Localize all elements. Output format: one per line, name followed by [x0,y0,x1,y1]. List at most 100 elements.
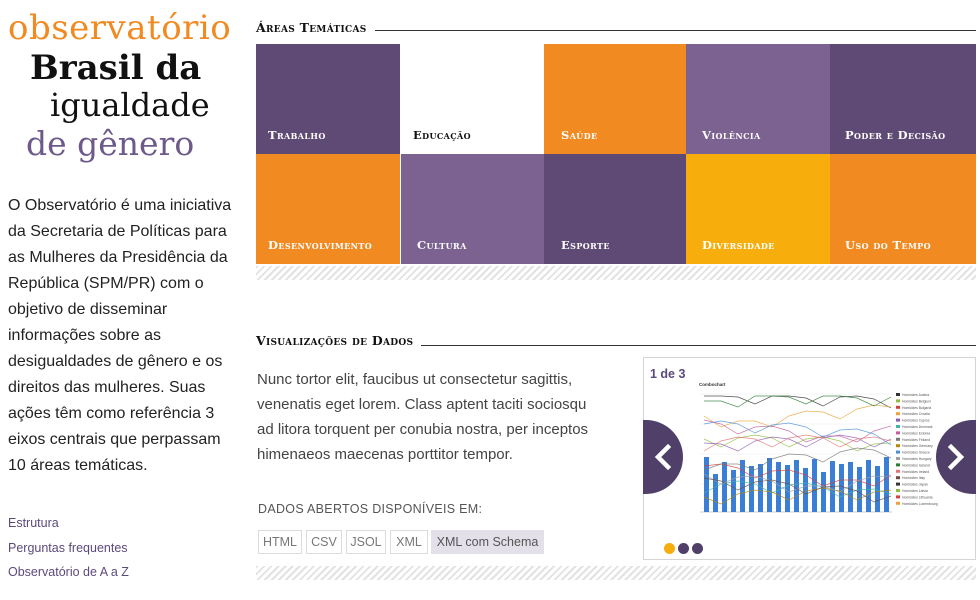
legend-label: Homicides Denmark [902,425,933,429]
chart-bar [740,460,745,512]
logo-line-2: Brasil da [30,48,202,88]
legend-swatch [896,495,900,499]
chart-thumbnail-title: Combochart [699,382,726,387]
chart-bar [884,457,889,512]
carousel-dot-3[interactable] [692,543,703,554]
legend-label: Homicides Ireland [902,470,929,474]
chevron-left-icon [654,444,672,470]
chart-bar [722,462,727,512]
format-xml-button[interactable]: XML [390,530,428,554]
chart-bar [776,462,781,512]
legend-label: Homicides Cyprus [902,419,930,423]
legend-label: Homicides Belgium [902,399,931,403]
intro-text: O Observatório é uma iniciativa da Secre… [8,197,232,474]
legend-swatch [896,469,900,473]
legend-swatch [896,425,900,428]
carousel-dot-1[interactable] [664,543,675,554]
chart-series-line [704,395,892,408]
tile-uso-do-tempo[interactable]: Uso do Tempo [830,154,976,264]
legend-swatch [896,412,900,416]
legend-label: Homicides Luxembourg [902,502,938,506]
viz-description: Nunc tortor elit, faucibus ut consectetu… [257,371,589,463]
chart-bar [848,462,853,512]
tile-label: Educação [413,128,471,142]
logo-line-1: observatório [8,8,232,48]
tile-educacao[interactable]: Educação [401,44,545,154]
chart-series-line [704,395,892,409]
format-csv-button[interactable]: CSV [306,530,342,554]
chart-bar [767,458,772,512]
chart-legend: Homicides Austria Homicides Belgium Homici… [896,393,938,506]
tile-desenvolvimento[interactable]: Desenvolvimento [256,154,400,264]
tile-cultura[interactable]: Cultura [401,154,545,264]
carousel-counter: 1 de 3 [650,367,686,381]
carousel-dot-2[interactable] [678,543,689,554]
tile-label: Violência [702,128,761,142]
open-data-label: DADOS ABERTOS DISPONÍVEIS EM: [258,502,483,516]
legend-label: Homicides Iceland [902,463,930,467]
chart-bar [821,472,826,512]
chart-bar [749,466,754,512]
carousel-prev-button[interactable] [643,420,683,494]
link-observatorio-a-z[interactable]: Observatório de A a Z [8,565,129,579]
stripe-divider [256,566,976,580]
legend-label: Homicides Finland [902,438,930,442]
logo-line-3: igualdade [50,86,210,124]
tile-poder-e-decisao[interactable]: Poder e Decisão [830,44,976,154]
legend-label: Homicides Japan [902,483,928,487]
logo-line-4: de gênero [26,124,195,163]
chart-bar [839,464,844,512]
chart-bar [731,470,736,512]
tile-label: Cultura [417,238,467,252]
legend-swatch [896,489,900,492]
legend-swatch [896,431,900,435]
theme-tiles: Trabalho Educação Saúde Violência Poder … [256,44,976,264]
format-xml-schema-button[interactable]: XML com Schema [431,530,544,554]
legend-swatch [896,476,900,480]
tile-saude[interactable]: Saúde [544,44,688,154]
chart-bar [875,466,880,512]
legend-swatch [896,482,900,486]
link-estrutura[interactable]: Estrutura [8,516,59,530]
legend-swatch [896,393,900,396]
chart-thumbnail[interactable]: Combochart Homicides Austria Homicides Be… [682,380,962,540]
tile-label: Desenvolvimento [268,238,373,252]
format-jsol-button[interactable]: JSOL [346,530,386,554]
legend-swatch [896,450,900,454]
tile-esporte[interactable]: Esporte [544,154,688,264]
legend-swatch [896,437,900,441]
legend-label: Homicides Bulgaria [902,406,931,410]
legend-label: Homicides Lithuania [902,495,933,499]
legend-label: Homicides Germany [902,444,933,448]
legend-swatch [896,444,900,448]
areas-title: Áreas Temáticas [256,20,375,35]
legend-swatch [896,457,900,460]
site-logo[interactable]: observatório Brasil da igualdade de gêne… [8,8,233,168]
link-perguntas-frequentes[interactable]: Perguntas frequentes [8,541,128,555]
tile-label: Saúde [561,128,598,142]
tile-label: Trabalho [268,128,326,142]
legend-label: Homicides Italy [902,476,925,480]
tile-label: Poder e Decisão [845,128,946,142]
legend-swatch [896,501,900,505]
tile-diversidade[interactable]: Diversidade [686,154,830,264]
viz-carousel: 1 de 3 Combochart Homicides Austria Homic… [643,357,976,560]
chart-bar [794,460,799,512]
tile-trabalho[interactable]: Trabalho [256,44,400,154]
legend-label: Homicides Latvia [902,489,928,493]
chart-bars [704,457,889,512]
legend-label: Homicides Estonia [902,431,930,435]
chevron-right-icon [947,444,965,470]
chart-bar [866,460,871,512]
tile-violencia[interactable]: Violência [686,44,830,154]
legend-swatch [896,463,900,467]
tile-label: Esporte [561,238,610,252]
legend-label: Homicides Austria [902,393,929,397]
legend-swatch [896,399,900,403]
tile-label: Uso do Tempo [845,238,931,252]
legend-swatch [896,418,900,422]
legend-swatch [896,405,900,409]
legend-label: Homicides Greece [902,451,930,455]
format-html-button[interactable]: HTML [258,530,302,554]
viz-title: Visualizações de Dados [256,333,422,348]
